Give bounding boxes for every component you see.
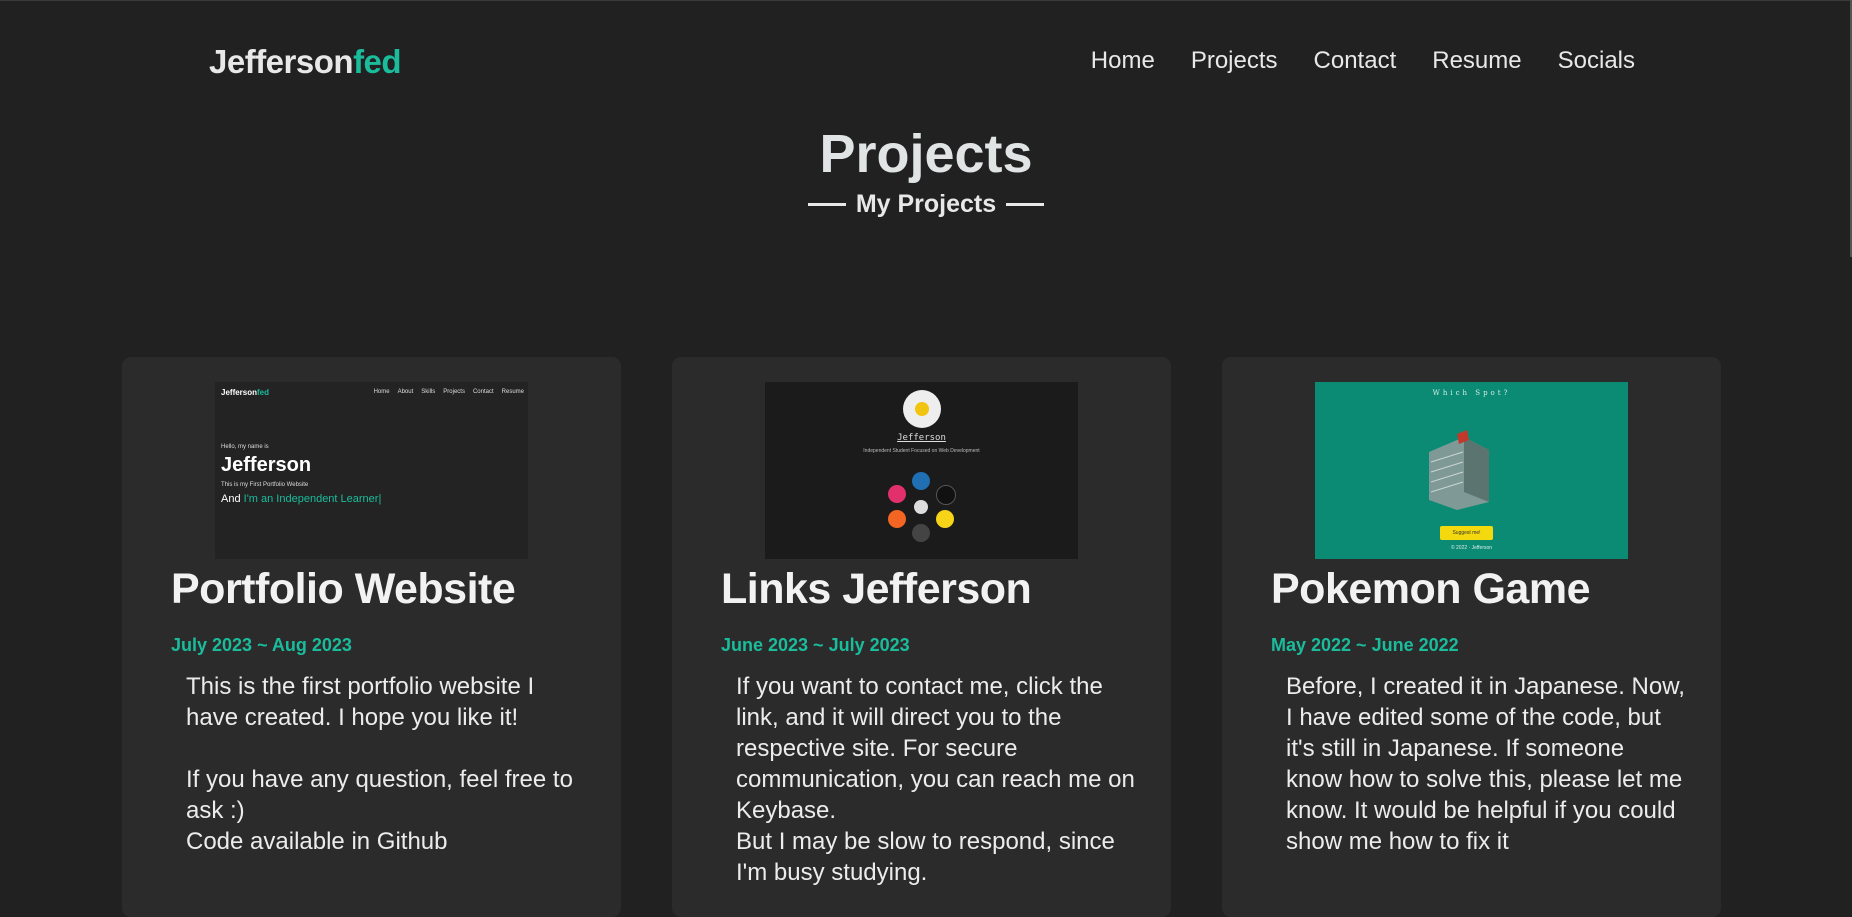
thumb-name: Jefferson (897, 433, 946, 443)
project-title: Links Jefferson (721, 565, 1032, 613)
site-logo[interactable]: Jeffersonfed (209, 43, 402, 81)
center-icon (914, 500, 928, 514)
suggest-button: Suggest me! (1440, 526, 1493, 540)
thumb-nav-item: Projects (443, 389, 465, 395)
thumb-nav: Home About Skills Projects Contact Resum… (374, 389, 524, 395)
linkedin-icon (912, 472, 930, 490)
thumb-copyright: © 2022 · Jefferson (1450, 545, 1493, 551)
project-description: If you want to contact me, click the lin… (736, 673, 1135, 886)
thumb-nav-item: Contact (472, 389, 494, 395)
thumb-tagline: Independent Student Focused on Web Devel… (863, 448, 980, 454)
project-thumbnail[interactable]: Jefferson Independent Student Focused on… (765, 382, 1078, 559)
project-card-pokemon[interactable]: Which Spot? Suggest me! © 2022 · Jeffers… (1222, 357, 1721, 917)
project-thumbnail[interactable]: Which Spot? Suggest me! © 2022 · Jeffers… (1315, 382, 1628, 559)
thumb-nav-item: Resume (501, 389, 524, 395)
main-nav: Home Projects Contact Resume Socials (1091, 47, 1635, 75)
avatar (903, 390, 941, 428)
building-illustration-icon (1429, 430, 1489, 510)
nav-contact[interactable]: Contact (1314, 47, 1397, 75)
project-description: Before, I created it in Japanese. Now, I… (1286, 673, 1685, 855)
nav-projects[interactable]: Projects (1191, 47, 1278, 75)
nav-socials[interactable]: Socials (1558, 47, 1635, 75)
subtitle-divider-right (1006, 203, 1045, 206)
thumb-logo: Jeffersonfed (221, 388, 270, 397)
thumb-nav-item: Skills (421, 389, 436, 395)
thumb-nav-item: About (397, 389, 414, 395)
project-description: This is the first portfolio website I ha… (186, 673, 573, 855)
thumb-title: Which Spot? (1432, 389, 1511, 397)
thumb-first: This is my First Portfolio Website (221, 482, 309, 488)
project-date: May 2022 ~ June 2022 (1271, 635, 1459, 655)
project-thumbnail[interactable]: Jeffersonfed Home About Skills Projects … (215, 382, 528, 559)
subtitle-text: My Projects (855, 190, 997, 218)
thumb-name: Jefferson (221, 454, 312, 476)
subtitle-divider-left (807, 203, 846, 206)
keybase-icon (936, 510, 954, 528)
project-title: Portfolio Website (171, 565, 516, 613)
project-title: Pokemon Game (1271, 565, 1591, 613)
nav-home[interactable]: Home (1091, 47, 1155, 75)
thumb-nav-item: Home (373, 389, 390, 395)
instagram-icon (888, 485, 906, 503)
thumb-tagline: And I'm an Independent Learner| (221, 493, 382, 505)
web-icon (912, 524, 930, 542)
page-title: Projects (819, 124, 1033, 184)
gitlab-icon (888, 510, 906, 528)
thumb-hello: Hello, my name is (221, 444, 269, 450)
top-border (0, 0, 1852, 1)
project-date: July 2023 ~ Aug 2023 (171, 635, 352, 655)
nav-resume[interactable]: Resume (1432, 47, 1521, 75)
section-subtitle: My Projects (0, 190, 1852, 219)
github-icon (936, 485, 956, 505)
project-card-portfolio[interactable]: Jeffersonfed Home About Skills Projects … (122, 357, 621, 917)
project-card-links[interactable]: Jefferson Independent Student Focused on… (672, 357, 1171, 917)
project-date: June 2023 ~ July 2023 (721, 635, 910, 655)
